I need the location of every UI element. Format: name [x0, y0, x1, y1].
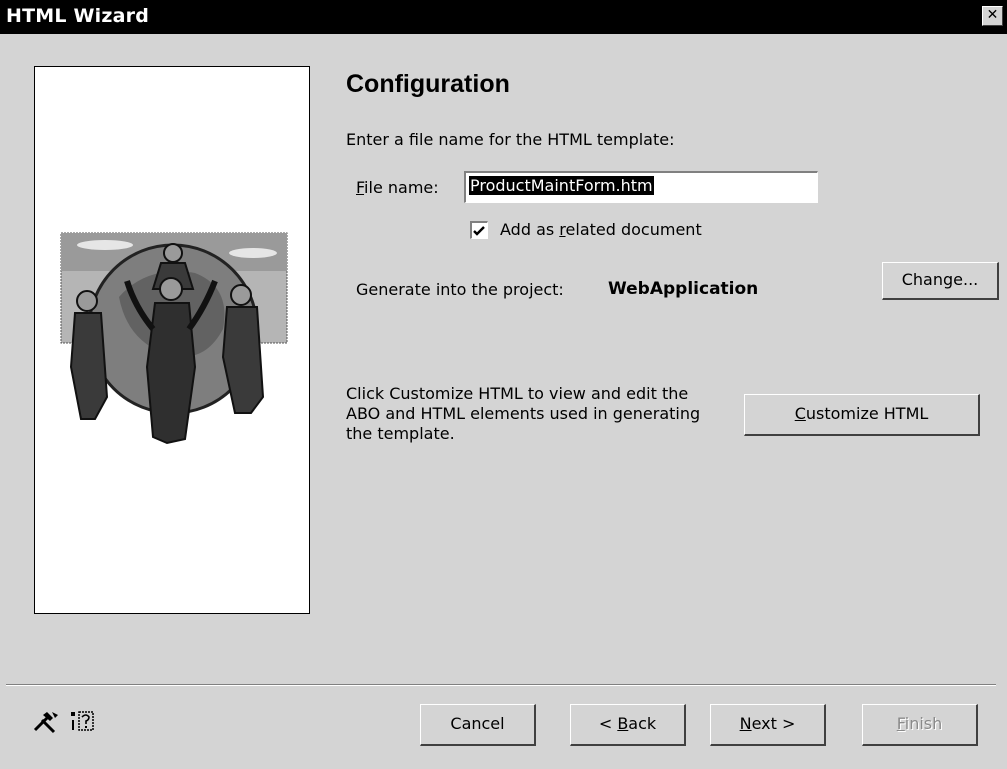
help-icon[interactable] [70, 710, 94, 734]
checkmark-icon [473, 226, 485, 236]
page-title: Configuration [346, 70, 510, 98]
customize-description-line-2: ABO and HTML elements used in generating [346, 404, 701, 423]
customize-html-button[interactable]: Customize HTML [744, 394, 980, 436]
window-title: HTML Wizard [6, 5, 150, 27]
change-button[interactable]: Change... [882, 262, 999, 300]
title-bar: HTML Wizard ✕ [0, 0, 1007, 34]
close-icon: ✕ [986, 7, 999, 23]
file-name-input[interactable]: ProductMaintForm.htm [464, 171, 818, 203]
next-button[interactable]: Next > [710, 704, 826, 746]
generate-label: Generate into the project: [356, 280, 564, 299]
close-button[interactable]: ✕ [982, 6, 1003, 26]
customize-description-line-1: Click Customize HTML to view and edit th… [346, 384, 689, 403]
wizard-illustration [34, 66, 310, 614]
cancel-button[interactable]: Cancel [420, 704, 536, 746]
customize-description-line-3: the template. [346, 424, 455, 443]
file-name-value: ProductMaintForm.htm [469, 176, 654, 195]
related-document-label[interactable]: Add as related document [500, 220, 702, 239]
tools-icon[interactable] [32, 710, 60, 734]
project-name: WebApplication [608, 279, 759, 299]
finish-button[interactable]: Finish [862, 704, 978, 746]
back-button[interactable]: < Back [570, 704, 686, 746]
related-document-checkbox[interactable] [470, 221, 488, 239]
file-name-label: File name: [356, 178, 439, 197]
footer-divider [6, 684, 996, 686]
instruction-text: Enter a file name for the HTML template: [346, 130, 675, 149]
